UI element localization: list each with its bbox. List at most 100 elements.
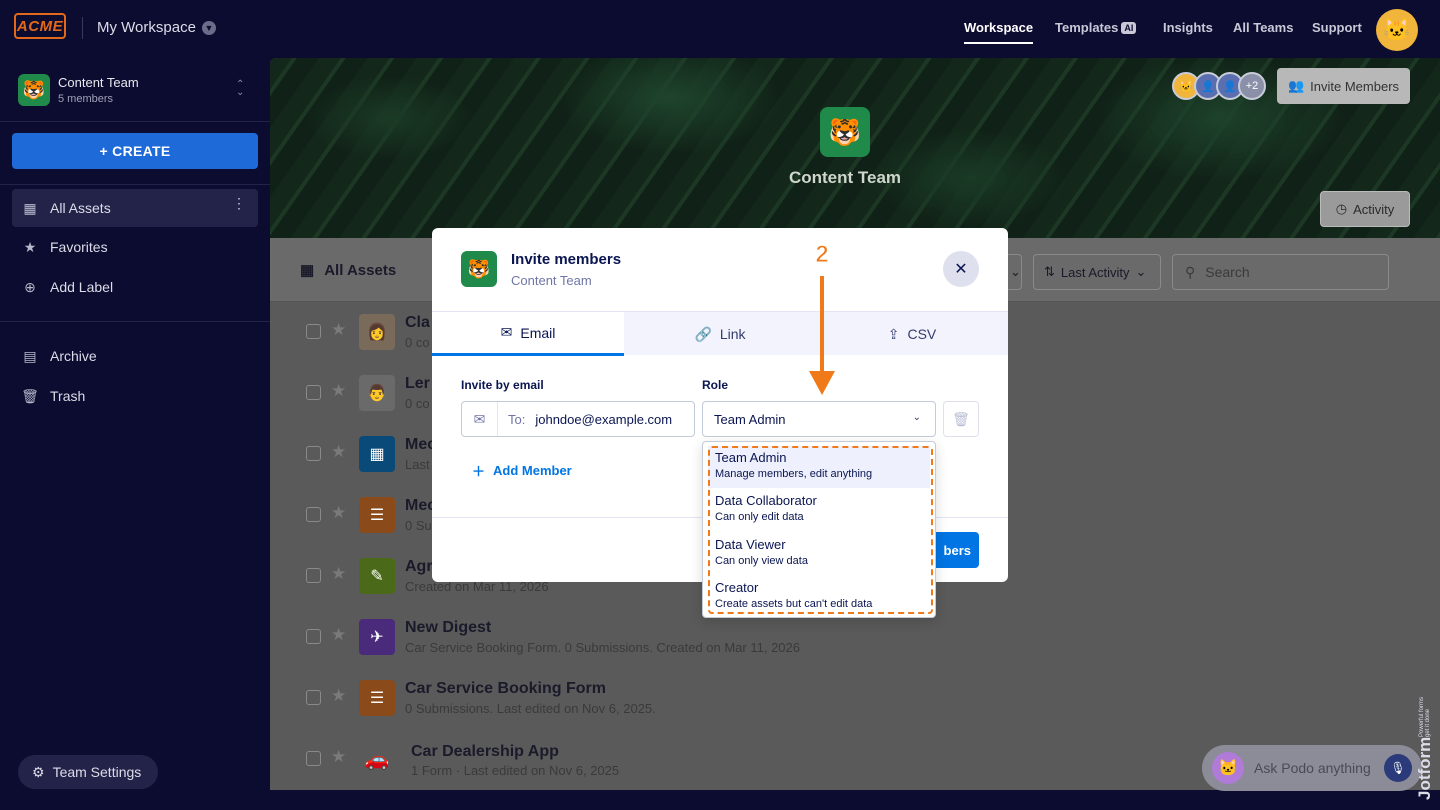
row-checkbox[interactable] [306, 751, 321, 766]
star-icon[interactable]: ★ [331, 686, 346, 706]
sidebar-item-favorites[interactable]: ★ Favorites [12, 228, 258, 266]
close-button[interactable]: ✕ [943, 251, 979, 287]
team-avatar[interactable]: 🐯 [18, 74, 50, 106]
nav-templates[interactable]: Templates AI [1055, 20, 1137, 35]
star-icon[interactable]: ★ [331, 442, 346, 462]
email-field[interactable]: ✉ To: johndoe@example.com [461, 401, 695, 437]
star-icon[interactable]: ★ [331, 320, 346, 340]
user-avatar[interactable]: 🐱 [1376, 9, 1418, 51]
arrowhead-icon [809, 371, 835, 395]
tab-email[interactable]: ✉ Email [432, 312, 624, 356]
star-icon[interactable]: ★ [331, 625, 346, 645]
asset-thumbnail: 👨 [359, 375, 395, 411]
trash-icon: 🗑 [952, 410, 970, 427]
activity-button[interactable]: ◷ Activity [1320, 191, 1410, 227]
tab-label: Link [719, 326, 746, 342]
asset-title[interactable]: Car Dealership App [411, 743, 559, 761]
team-switch-icon[interactable]: ⌃ ⌄ [236, 80, 244, 98]
row-checkbox[interactable] [306, 324, 321, 339]
asset-title[interactable]: Agr [405, 558, 433, 576]
sidebar-item-trash[interactable]: 🗑 Trash [12, 377, 258, 415]
add-member-label: Add Member [493, 463, 572, 478]
team-name[interactable]: Content Team [58, 75, 139, 90]
row-checkbox[interactable] [306, 385, 321, 400]
star-icon[interactable]: ★ [331, 564, 346, 584]
add-member-button[interactable]: ＋ Add Member [472, 461, 572, 480]
chevron-down-icon: ▼ [201, 20, 216, 35]
nav-all-teams[interactable]: All Teams [1233, 20, 1293, 35]
star-icon: ★ [23, 238, 37, 255]
link-icon: 🔗 [694, 325, 712, 342]
sidebar-item-label: Trash [50, 388, 86, 404]
asset-subtitle: 1 Form · Last edited on Nov 6, 2025 [411, 763, 620, 778]
workspace-selector[interactable]: My Workspace ▼ [97, 19, 216, 36]
tab-csv[interactable]: ⇪ CSV [816, 312, 1008, 356]
sidebar-item-all-assets[interactable]: ▦ All Assets ⋮ [12, 189, 258, 227]
podo-placeholder: Ask Podo anything [1254, 760, 1371, 776]
invite-tabs: ✉ Email 🔗 Link ⇪ CSV [432, 311, 1008, 356]
asset-title[interactable]: Cla [405, 314, 430, 332]
row-checkbox[interactable] [306, 629, 321, 644]
plus-icon: ＋ [472, 464, 486, 479]
row-checkbox[interactable] [306, 446, 321, 461]
star-icon[interactable]: ★ [331, 381, 346, 401]
form-icon: ☰ [359, 680, 395, 716]
arrow-icon [820, 276, 824, 374]
acme-logo[interactable]: ACME [14, 13, 66, 39]
banner-team-avatar: 🐯 [820, 107, 870, 157]
asset-subtitle: 0 co [405, 396, 430, 411]
tab-label: Email [520, 324, 556, 341]
asset-row[interactable]: ★ ☰ Car Service Booking Form 0 Submissio… [270, 668, 1440, 729]
archive-icon: ▤ [23, 347, 37, 364]
nav-insights[interactable]: Insights [1163, 20, 1213, 35]
trash-icon: 🗑 [21, 387, 39, 404]
role-select[interactable]: Team Admin ⌄ [702, 401, 936, 437]
role-label: Role [702, 378, 729, 392]
microphone-icon[interactable]: 🎙 [1384, 754, 1412, 782]
sidebar-item-archive[interactable]: ▤ Archive [12, 337, 258, 375]
upload-icon: ⇪ [887, 325, 900, 342]
search-input[interactable]: ⚲ Search [1172, 254, 1389, 290]
form-icon: ☰ [359, 497, 395, 533]
invite-members-button[interactable]: 👥 Invite Members [1277, 68, 1410, 104]
top-navbar [0, 0, 1440, 56]
row-checkbox[interactable] [306, 690, 321, 705]
sidebar-item-add-label[interactable]: ⊕ Add Label [12, 268, 258, 306]
email-value: johndoe@example.com [535, 411, 673, 427]
dialog-subtitle: Content Team [511, 273, 592, 288]
tab-link[interactable]: 🔗 Link [624, 312, 816, 356]
close-icon: ✕ [954, 261, 968, 278]
filter-dropdown[interactable]: ⌄ [1008, 254, 1022, 290]
banner-team-name: Content Team [788, 168, 902, 187]
star-icon[interactable]: ★ [331, 503, 346, 523]
podo-assistant[interactable]: 🐱 Ask Podo anything 🎙 [1202, 745, 1422, 791]
asset-title[interactable]: Ler [405, 375, 430, 393]
asset-subtitle: 0 Submissions. Last edited on Nov 6, 202… [405, 701, 656, 716]
history-icon: ◷ [1335, 201, 1348, 216]
member-avatars[interactable]: 🐱 👤 👤 +2 [1172, 72, 1266, 100]
tab-label: CSV [907, 326, 937, 342]
envelope-icon: ✉ [462, 402, 498, 436]
grid-icon: ▦ [23, 199, 37, 216]
nav-workspace[interactable]: Workspace [964, 20, 1034, 44]
asset-title[interactable]: Car Service Booking Form [405, 680, 606, 698]
car-icon: 🚗 [364, 748, 390, 771]
nav-support[interactable]: Support [1312, 20, 1362, 35]
star-icon[interactable]: ★ [331, 747, 346, 767]
create-button[interactable]: + CREATE [12, 133, 258, 169]
sidebar-item-label: Add Label [50, 279, 114, 295]
team-avatar: 🐯 [461, 251, 497, 287]
search-placeholder: Search [1205, 264, 1250, 280]
row-checkbox[interactable] [306, 507, 321, 522]
row-checkbox[interactable] [306, 568, 321, 583]
asset-subtitle: 0 co [405, 335, 430, 350]
team-settings-button[interactable]: ⚙ Team Settings [18, 755, 158, 789]
sort-dropdown[interactable]: ⇅ Last Activity ⌄ [1033, 254, 1161, 290]
more-options-icon[interactable]: ⋮ [232, 196, 246, 210]
asset-title[interactable]: New Digest [405, 619, 491, 637]
delete-row-button[interactable]: 🗑 [943, 401, 979, 437]
sidebar-item-label: Archive [50, 348, 97, 364]
digest-icon: ✈ [359, 619, 395, 655]
assets-title: All Assets [324, 261, 397, 279]
sort-icon: ⇅ [1044, 264, 1055, 279]
